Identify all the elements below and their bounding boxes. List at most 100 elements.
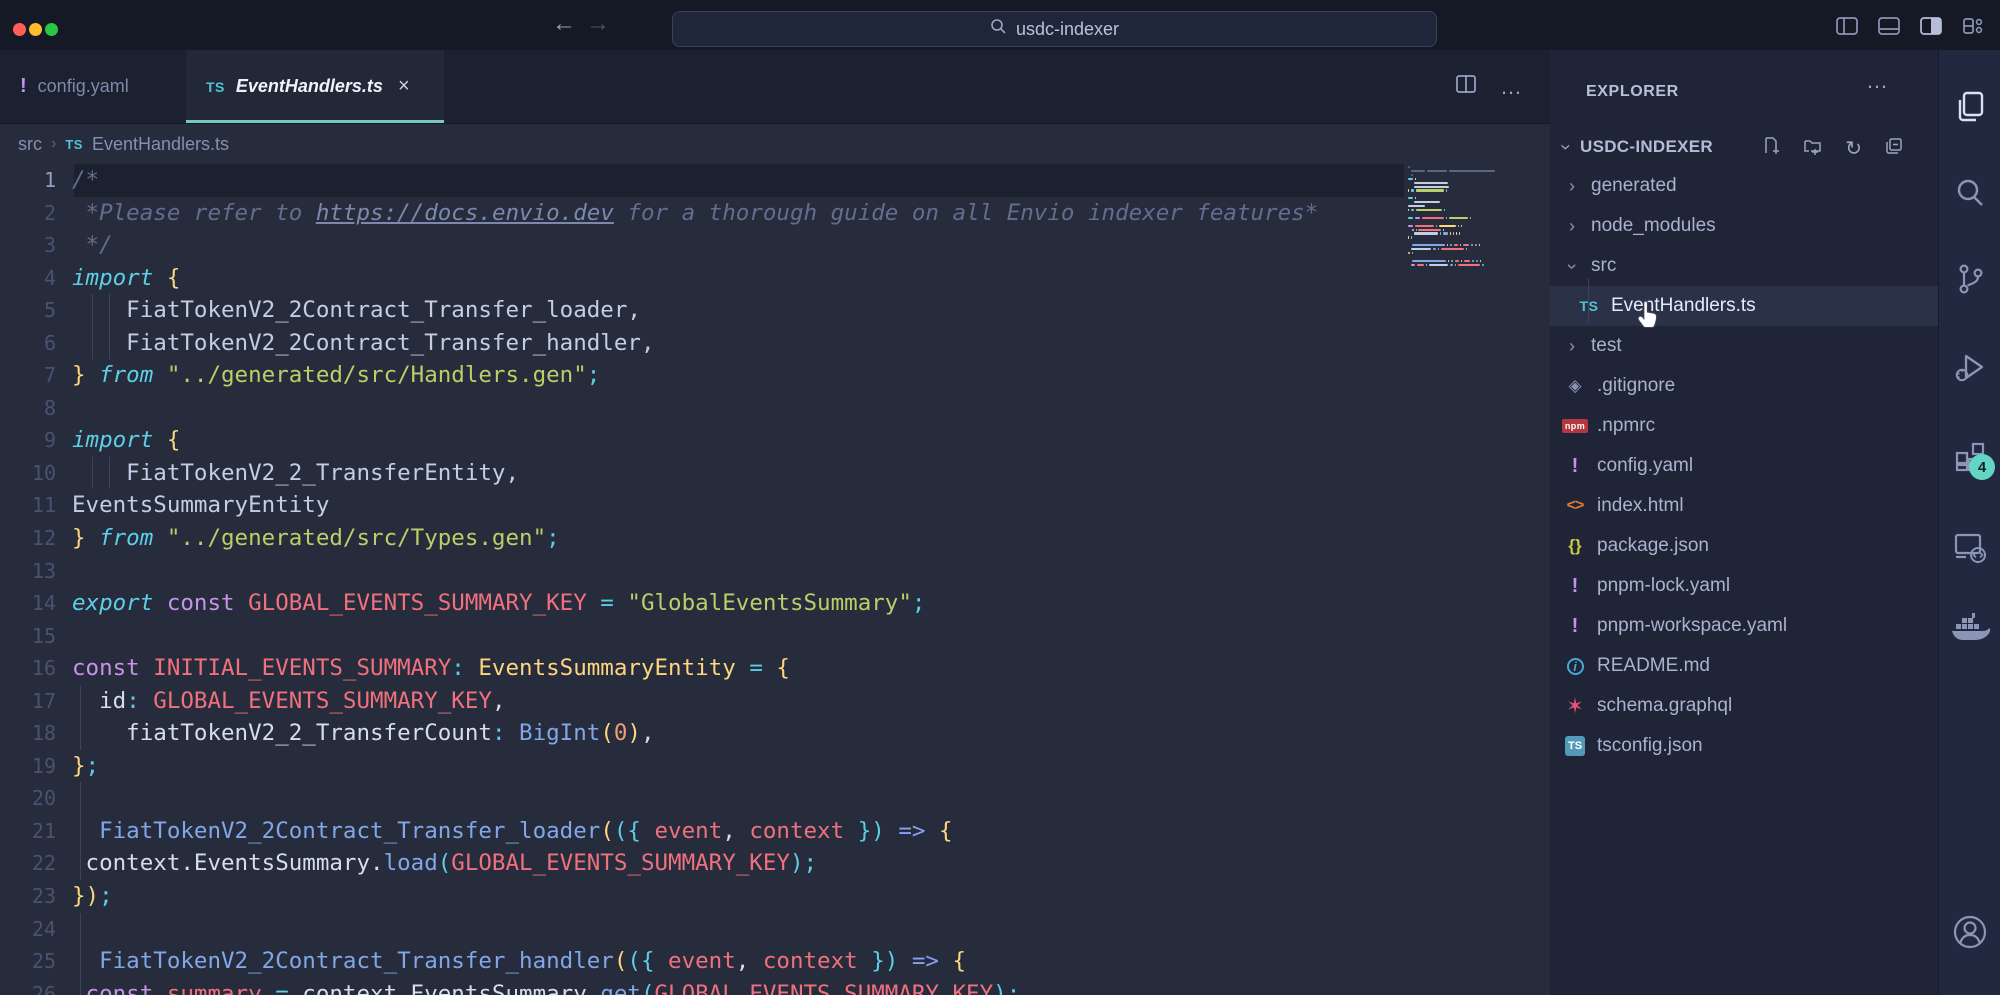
minimap-mark [1415, 197, 1416, 199]
code-token: context [763, 948, 858, 974]
minimap-mark [1414, 182, 1448, 184]
tree-file-pnpm-workspace-yaml[interactable]: !pnpm-workspace.yaml [1550, 606, 1938, 646]
docker-icon[interactable] [1948, 610, 1992, 650]
code-token: context [749, 818, 844, 844]
minimap-mark [1450, 244, 1452, 246]
code-line: 18 fiatTokenV2_2_TransferCount: BigInt(0… [0, 717, 1550, 750]
graphql-file-icon: ✶ [1562, 694, 1588, 719]
code-token: for a thorough guide on all Envio indexe… [614, 200, 1318, 226]
navigate-forward-icon[interactable]: → [586, 10, 610, 38]
tree-file--gitignore[interactable]: ◈.gitignore [1550, 366, 1938, 406]
code-token: { [776, 655, 790, 681]
line-number: 17 [0, 685, 56, 718]
code-line: 22 context.EventsSummary.load(GLOBAL_EVE… [0, 847, 1550, 880]
line-number: 26 [0, 978, 56, 995]
code-text: fiatTokenV2_2_TransferCount: BigInt(0), [72, 717, 655, 750]
code-token: , [736, 948, 763, 974]
minimap-mark [1458, 225, 1459, 227]
split-editor-icon[interactable] [1454, 72, 1478, 101]
code-token [72, 948, 99, 974]
indent-guide [109, 457, 110, 490]
minimap-mark [1408, 189, 1409, 191]
code-token: ) [627, 720, 641, 746]
tree-file-tsconfig-json[interactable]: TStsconfig.json [1550, 726, 1938, 766]
code-token: ; [912, 590, 926, 616]
code-token: context.EventsSummary. [72, 850, 384, 876]
toggle-secondary-sidebar-icon[interactable] [1918, 13, 1944, 39]
code-token: }) [871, 948, 898, 974]
minimap-mark [1463, 244, 1469, 246]
tab-config-yaml[interactable]: ! config.yaml [0, 50, 186, 123]
new-folder-icon[interactable] [1803, 136, 1823, 161]
tree-file-eventhandlers-ts[interactable]: TSEventHandlers.ts [1550, 286, 1938, 326]
json-file-icon: {} [1562, 536, 1588, 556]
code-text: */ [72, 229, 113, 262]
minimap-mark [1459, 232, 1460, 234]
search-view-icon[interactable] [1951, 174, 1989, 212]
tree-file-readme-md[interactable]: iREADME.md [1550, 646, 1938, 686]
refresh-explorer-icon[interactable]: ↻ [1845, 139, 1862, 159]
remote-explorer-icon[interactable] [1950, 527, 1990, 567]
breadcrumb-src[interactable]: src [18, 134, 42, 155]
zoom-window-button[interactable] [45, 23, 58, 36]
collapse-folders-icon[interactable] [1884, 136, 1904, 161]
code-text: const summary = context.EventsSummary.ge… [72, 978, 1020, 995]
toggle-primary-sidebar-icon[interactable] [1834, 13, 1860, 39]
minimap[interactable] [1408, 166, 1504, 268]
code-token [86, 525, 100, 551]
tree-folder-test[interactable]: ›test [1550, 326, 1938, 366]
chevron-right-icon: › [1562, 176, 1582, 197]
tree-file-index-html[interactable]: <>index.html [1550, 486, 1938, 526]
minimap-mark [1449, 217, 1468, 219]
tree-file-pnpm-lock-yaml[interactable]: !pnpm-lock.yaml [1550, 566, 1938, 606]
code-token: export [72, 590, 153, 616]
account-icon[interactable] [1950, 912, 1990, 952]
tree-folder-src[interactable]: ›src [1550, 246, 1938, 286]
code-text: *Please refer to https://docs.envio.dev … [72, 197, 1318, 230]
code-token: get [600, 981, 641, 995]
minimap-mark [1479, 244, 1480, 246]
source-control-icon[interactable] [1951, 260, 1989, 298]
code-token [153, 362, 167, 388]
minimap-mark [1411, 236, 1412, 238]
tree-file-package-json[interactable]: {}package.json [1550, 526, 1938, 566]
tree-file--npmrc[interactable]: npm.npmrc [1550, 406, 1938, 446]
explorer-view-icon[interactable] [1951, 88, 1989, 126]
code-line: 7} from "../generated/src/Handlers.gen"; [0, 359, 1550, 392]
explorer-more-actions-icon[interactable]: … [1866, 76, 1890, 86]
project-section-header[interactable]: › USDC-INDEXER ↻ [1550, 131, 1938, 163]
code-area[interactable]: 1/*2 *Please refer to https://docs.envio… [0, 164, 1550, 995]
minimize-window-button[interactable] [29, 23, 42, 36]
close-window-button[interactable] [13, 23, 26, 36]
tree-folder-generated[interactable]: ›generated [1550, 166, 1938, 206]
line-number: 7 [0, 359, 56, 392]
editor-actions-more-icon[interactable]: … [1500, 82, 1524, 92]
code-token: ( [438, 850, 452, 876]
tab-eventhandlers-ts[interactable]: TS EventHandlers.ts × [186, 50, 444, 123]
code-token: , [492, 688, 506, 714]
breadcrumb-file[interactable]: EventHandlers.ts [92, 134, 229, 155]
code-line: 20 [0, 782, 1550, 815]
minimap-mark [1472, 260, 1474, 262]
code-token: ({ [627, 948, 654, 974]
command-center-search[interactable]: usdc-indexer [672, 11, 1437, 47]
minimap-mark [1466, 248, 1468, 250]
code-token: { [167, 265, 181, 291]
run-debug-icon[interactable] [1951, 348, 1989, 386]
code-token: }) [72, 883, 99, 909]
new-file-icon[interactable] [1761, 136, 1781, 161]
tree-file-schema-graphql[interactable]: ✶schema.graphql [1550, 686, 1938, 726]
code-token: = [587, 590, 628, 616]
navigate-back-icon[interactable]: ← [552, 10, 576, 38]
minimap-indent [1408, 201, 1412, 203]
tree-file-config-yaml[interactable]: !config.yaml [1550, 446, 1938, 486]
customize-layout-icon[interactable] [1960, 13, 1986, 39]
minimap-mark [1458, 264, 1481, 266]
minimap-mark [1464, 260, 1470, 262]
tree-folder-node-modules[interactable]: ›node_modules [1550, 206, 1938, 246]
code-token: ( [600, 818, 614, 844]
toggle-panel-icon[interactable] [1876, 13, 1902, 39]
code-line: 16const INITIAL_EVENTS_SUMMARY: EventsSu… [0, 652, 1550, 685]
minimap-mark [1417, 264, 1423, 266]
close-tab-icon[interactable]: × [398, 75, 410, 98]
